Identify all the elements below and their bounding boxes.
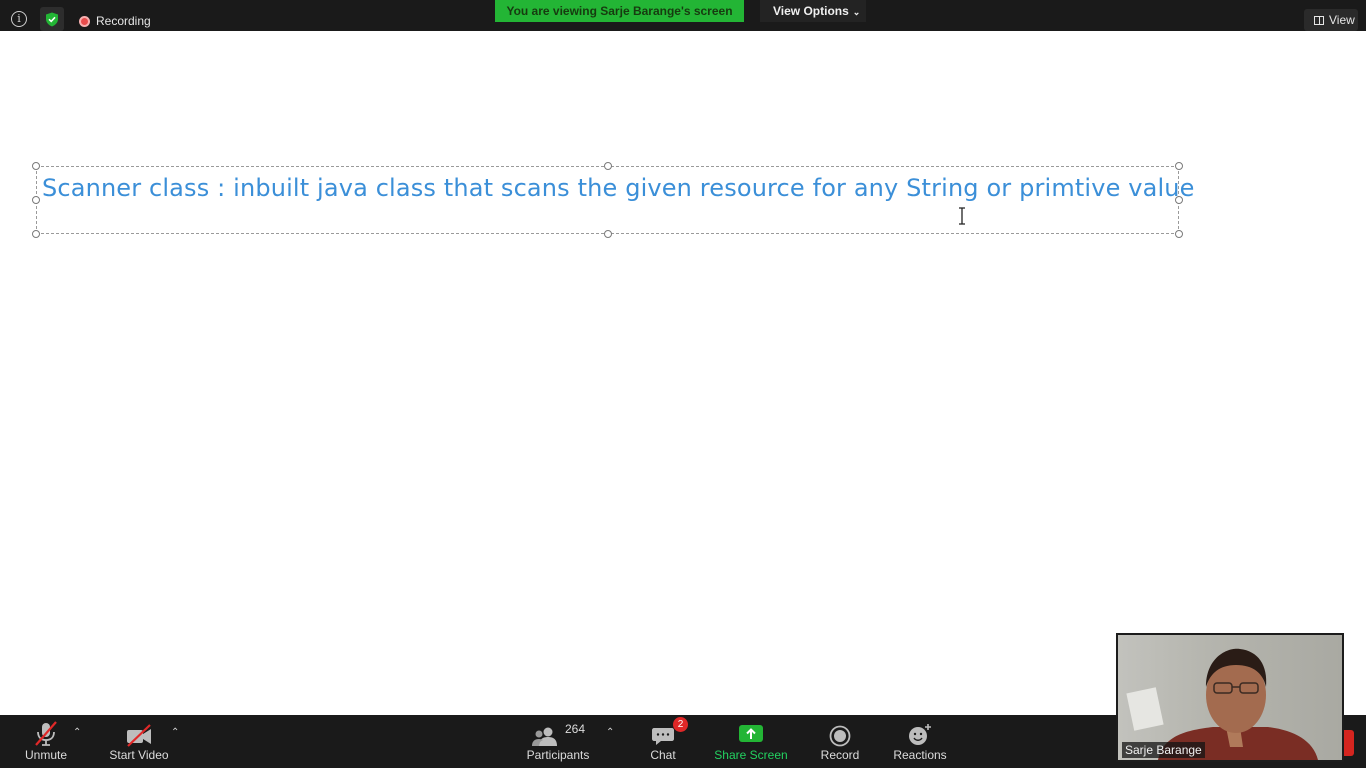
view-options-label: View Options	[773, 4, 849, 18]
resize-handle-left[interactable]	[32, 196, 40, 204]
security-shield-button[interactable]	[40, 7, 64, 31]
recording-dot-icon	[79, 15, 90, 27]
resize-handle-top[interactable]	[604, 162, 612, 170]
audio-options-caret-icon[interactable]: ⌃	[73, 727, 81, 738]
unmute-label: Unmute	[24, 748, 68, 762]
share-screen-arrow-icon	[739, 725, 763, 742]
microphone-muted-icon	[35, 721, 57, 746]
resize-handle-top-left[interactable]	[32, 162, 40, 170]
start-video-button[interactable]: Start Video	[104, 715, 174, 768]
resize-handle-bottom[interactable]	[604, 230, 612, 238]
resize-handle-bottom-left[interactable]	[32, 230, 40, 238]
participants-options-caret-icon[interactable]: ⌃	[606, 727, 614, 738]
record-label: Record	[820, 748, 860, 762]
resize-handle-bottom-right[interactable]	[1175, 230, 1183, 238]
share-screen-button[interactable]: Share Screen	[712, 715, 790, 768]
text-cursor-icon	[959, 207, 965, 225]
record-icon	[829, 725, 851, 747]
shared-screen-canvas: Scanner class : inbuilt java class that …	[0, 31, 1366, 715]
reactions-button[interactable]: Reactions	[892, 715, 948, 768]
chat-bubble-icon	[652, 728, 674, 745]
video-camera-off-icon	[127, 724, 151, 747]
resize-handle-top-right[interactable]	[1175, 162, 1183, 170]
smiley-reaction-icon	[909, 724, 931, 745]
participants-label: Participants	[526, 748, 590, 762]
speaker-name-label: Sarje Barange	[1122, 742, 1205, 758]
viewing-screen-banner: You are viewing Sarje Barange's screen	[495, 0, 744, 22]
chat-button[interactable]: 2 Chat	[643, 715, 688, 768]
share-screen-label: Share Screen	[714, 748, 788, 762]
recording-indicator[interactable]: Recording	[79, 14, 151, 28]
unmute-button[interactable]: Unmute	[18, 715, 74, 768]
view-layout-label: View	[1329, 13, 1355, 27]
meeting-top-bar: i Recording You are viewing Sarje Barang…	[0, 0, 1366, 31]
shield-check-icon	[46, 12, 58, 27]
gallery-grid-icon	[1314, 16, 1324, 25]
view-layout-button[interactable]: View	[1304, 9, 1358, 31]
slide-text-box[interactable]: Scanner class : inbuilt java class that …	[32, 162, 1194, 238]
view-options-button[interactable]: View Options ⌄	[760, 0, 866, 22]
record-button[interactable]: Record	[818, 715, 862, 768]
chevron-down-icon: ⌄	[852, 7, 861, 17]
chat-label: Chat	[650, 748, 676, 762]
slide-text: Scanner class : inbuilt java class that …	[42, 174, 1195, 202]
speaker-video-tile[interactable]: Sarje Barange	[1116, 633, 1344, 762]
reactions-label: Reactions	[893, 748, 947, 762]
participants-button[interactable]: 264 Participants	[522, 715, 594, 768]
meeting-info-icon[interactable]: i	[11, 11, 27, 27]
recording-label: Recording	[96, 14, 151, 28]
chat-unread-badge: 2	[673, 717, 688, 732]
video-options-caret-icon[interactable]: ⌃	[171, 727, 179, 738]
start-video-label: Start Video	[109, 748, 169, 762]
participants-count: 264	[564, 722, 586, 736]
participants-icon	[531, 727, 557, 746]
